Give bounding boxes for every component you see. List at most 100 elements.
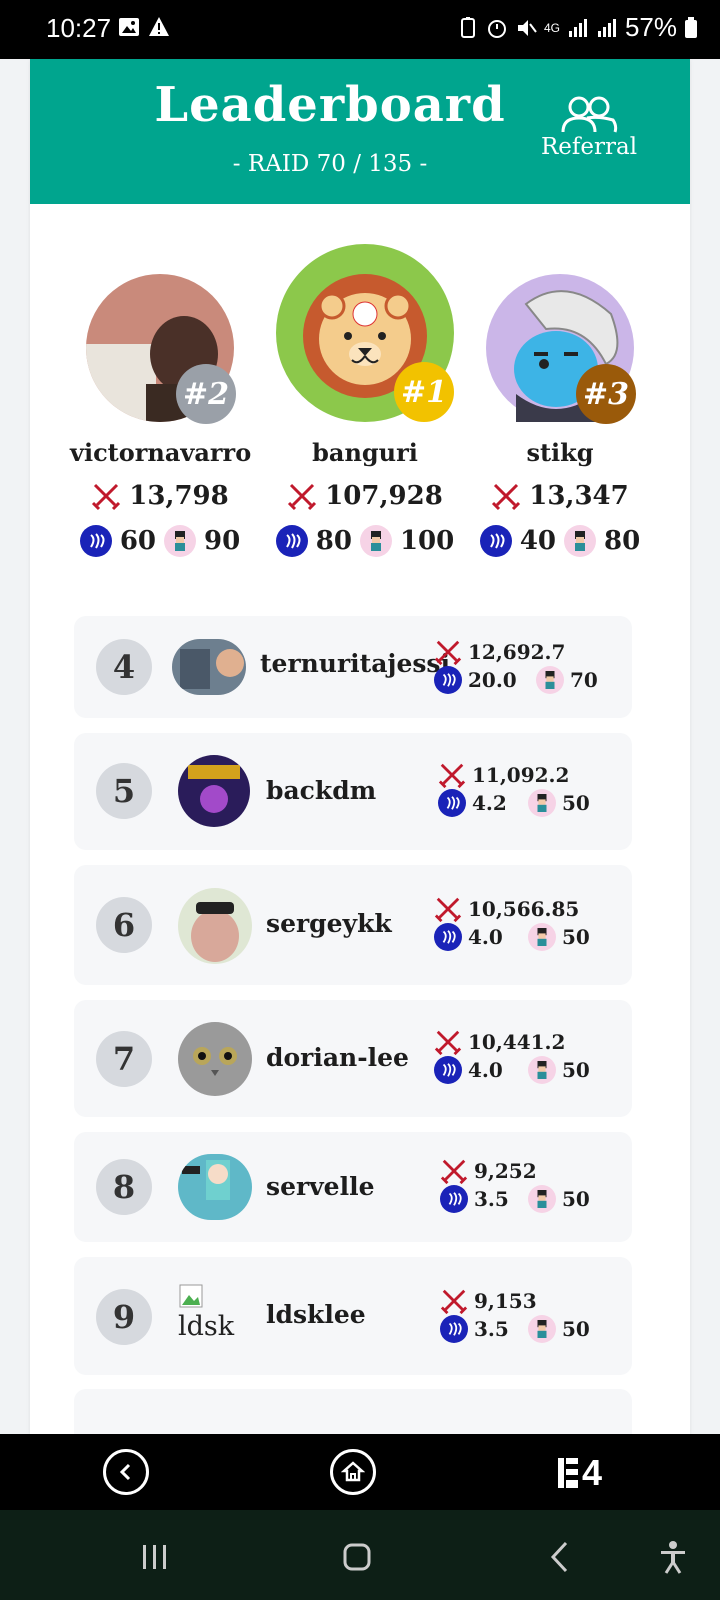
leaderboard-row[interactable]: 5 backdm 11,092.2 4.2 50 bbox=[74, 733, 632, 850]
tab-count: 4 bbox=[582, 1452, 603, 1493]
tabs-button[interactable]: 4 bbox=[556, 1452, 602, 1494]
battery-saver-icon bbox=[460, 16, 475, 38]
leaderboard-row[interactable]: 7 dorian-lee 10,441.2 4.0 50 bbox=[74, 1000, 632, 1117]
back-button[interactable] bbox=[103, 1449, 149, 1495]
steem-value: 3.5 bbox=[474, 1317, 509, 1341]
steem-value: 40 bbox=[519, 526, 556, 556]
home-system-icon[interactable] bbox=[342, 1542, 372, 1572]
char-value: 70 bbox=[570, 668, 598, 692]
damage-value: 11,092.2 bbox=[472, 763, 570, 787]
char-value: 50 bbox=[562, 925, 590, 949]
crossed-swords-icon bbox=[434, 897, 462, 923]
avatar-alt-text: ldsk bbox=[178, 1311, 235, 1342]
crossed-swords-icon bbox=[288, 483, 317, 511]
mute-icon bbox=[517, 19, 537, 36]
damage-value: 9,153 bbox=[474, 1289, 537, 1313]
row-stats: 9,252 3.5 50 bbox=[440, 1157, 590, 1213]
crossed-swords-icon bbox=[434, 640, 462, 666]
damage-value: 9,252 bbox=[474, 1159, 537, 1183]
steem-value: 3.5 bbox=[474, 1187, 509, 1211]
character-icon bbox=[528, 923, 556, 951]
steem-value: 4.0 bbox=[468, 925, 503, 949]
damage-value: 10,441.2 bbox=[468, 1030, 566, 1054]
avatar bbox=[178, 1022, 252, 1096]
steem-icon bbox=[275, 525, 308, 557]
character-icon bbox=[359, 525, 392, 557]
username: backdm bbox=[266, 776, 377, 805]
damage-value: 107,928 bbox=[325, 481, 443, 511]
leaderboard-row[interactable]: 4 ternuritajessi 12,692.7 20.0 70 bbox=[74, 616, 632, 718]
steem-value: 4.0 bbox=[468, 1058, 503, 1082]
back-system-icon[interactable] bbox=[548, 1540, 570, 1574]
username: dorian-lee bbox=[266, 1043, 409, 1072]
steem-icon bbox=[79, 525, 112, 557]
referral-button[interactable]: Referral bbox=[535, 94, 643, 160]
username: sergeykk bbox=[266, 909, 392, 938]
avatar: #3 bbox=[486, 274, 636, 424]
leaderboard-row[interactable]: 9 ldsk ldsklee 9,153 3.5 50 bbox=[74, 1257, 632, 1375]
character-icon bbox=[528, 789, 556, 817]
steem-icon bbox=[434, 1056, 462, 1084]
reward-stat: 3.5 50 bbox=[440, 1315, 590, 1343]
system-nav-bar bbox=[0, 1510, 720, 1600]
reward-stat: 4.0 50 bbox=[434, 1056, 590, 1084]
chevron-left-icon bbox=[119, 1463, 131, 1481]
damage-stat: 9,252 bbox=[440, 1157, 590, 1185]
broken-image-icon bbox=[179, 1284, 203, 1308]
leaderboard-row[interactable]: 6 sergeykk 10,566.85 4.0 50 bbox=[74, 865, 632, 985]
home-icon bbox=[341, 1461, 365, 1482]
avatar: #1 bbox=[276, 244, 454, 422]
char-value: 50 bbox=[562, 1317, 590, 1341]
leaderboard-card: Leaderboard - RAID 70 / 135 - Referral #… bbox=[30, 59, 690, 1434]
reward-stat: 3.5 50 bbox=[440, 1185, 590, 1213]
username: ldsklee bbox=[266, 1300, 366, 1329]
podium-user-2[interactable]: #2 victornavarro 13,798 60 90 bbox=[70, 274, 251, 557]
home-button[interactable] bbox=[330, 1449, 376, 1495]
status-bar: 10:27 4G 57% bbox=[0, 0, 720, 59]
char-value: 50 bbox=[562, 791, 590, 815]
image-icon bbox=[119, 18, 139, 36]
signal-icon bbox=[568, 18, 587, 37]
character-icon bbox=[528, 1056, 556, 1084]
accessibility-icon[interactable] bbox=[658, 1540, 688, 1574]
username: servelle bbox=[266, 1172, 375, 1201]
damage-value: 10,566.85 bbox=[468, 897, 580, 921]
battery-icon bbox=[685, 16, 697, 38]
rank-number: 5 bbox=[96, 763, 152, 819]
status-system-icons: 4G 57% bbox=[457, 12, 698, 43]
reward-stat: 40 80 bbox=[470, 525, 650, 557]
damage-stat: 12,692.7 bbox=[434, 638, 598, 666]
avatar bbox=[178, 1154, 252, 1220]
steem-icon bbox=[438, 789, 466, 817]
recent-apps-icon[interactable] bbox=[140, 1542, 170, 1572]
steem-icon bbox=[440, 1185, 468, 1213]
char-value: 80 bbox=[604, 526, 641, 556]
character-icon bbox=[164, 525, 196, 557]
steem-icon bbox=[440, 1315, 468, 1343]
rank-badge: #3 bbox=[576, 364, 636, 424]
rank-number: 6 bbox=[96, 897, 152, 953]
signal-icon-2 bbox=[597, 18, 616, 37]
row-stats: 12,692.7 20.0 70 bbox=[434, 638, 598, 694]
crossed-swords-icon bbox=[440, 1159, 468, 1185]
damage-stat: 10,441.2 bbox=[434, 1028, 590, 1056]
battery-percent: 57% bbox=[624, 12, 677, 42]
damage-stat: 107,928 bbox=[265, 481, 465, 511]
steem-icon bbox=[479, 525, 512, 557]
rank-number: 8 bbox=[96, 1159, 152, 1215]
steem-value: 4.2 bbox=[472, 791, 507, 815]
leaderboard-row[interactable]: 8 servelle 9,252 3.5 50 bbox=[74, 1132, 632, 1242]
users-icon bbox=[561, 96, 618, 133]
damage-stat: 11,092.2 bbox=[438, 761, 590, 789]
status-notification-icons bbox=[118, 16, 170, 38]
damage-stat: 13,798 bbox=[70, 481, 250, 511]
podium-user-3[interactable]: #3 stikg 13,347 40 80 bbox=[470, 274, 650, 557]
rank-number: 7 bbox=[96, 1031, 152, 1087]
leaderboard-header: Leaderboard - RAID 70 / 135 - Referral bbox=[30, 59, 690, 204]
podium-name: stikg bbox=[526, 438, 594, 467]
podium-user-1[interactable]: #1 banguri 107,928 80 100 bbox=[265, 244, 465, 557]
reward-stat: 80 100 bbox=[265, 525, 465, 557]
leaderboard-row-partial[interactable] bbox=[74, 1389, 632, 1434]
character-icon bbox=[528, 1185, 556, 1213]
avatar bbox=[178, 755, 250, 827]
